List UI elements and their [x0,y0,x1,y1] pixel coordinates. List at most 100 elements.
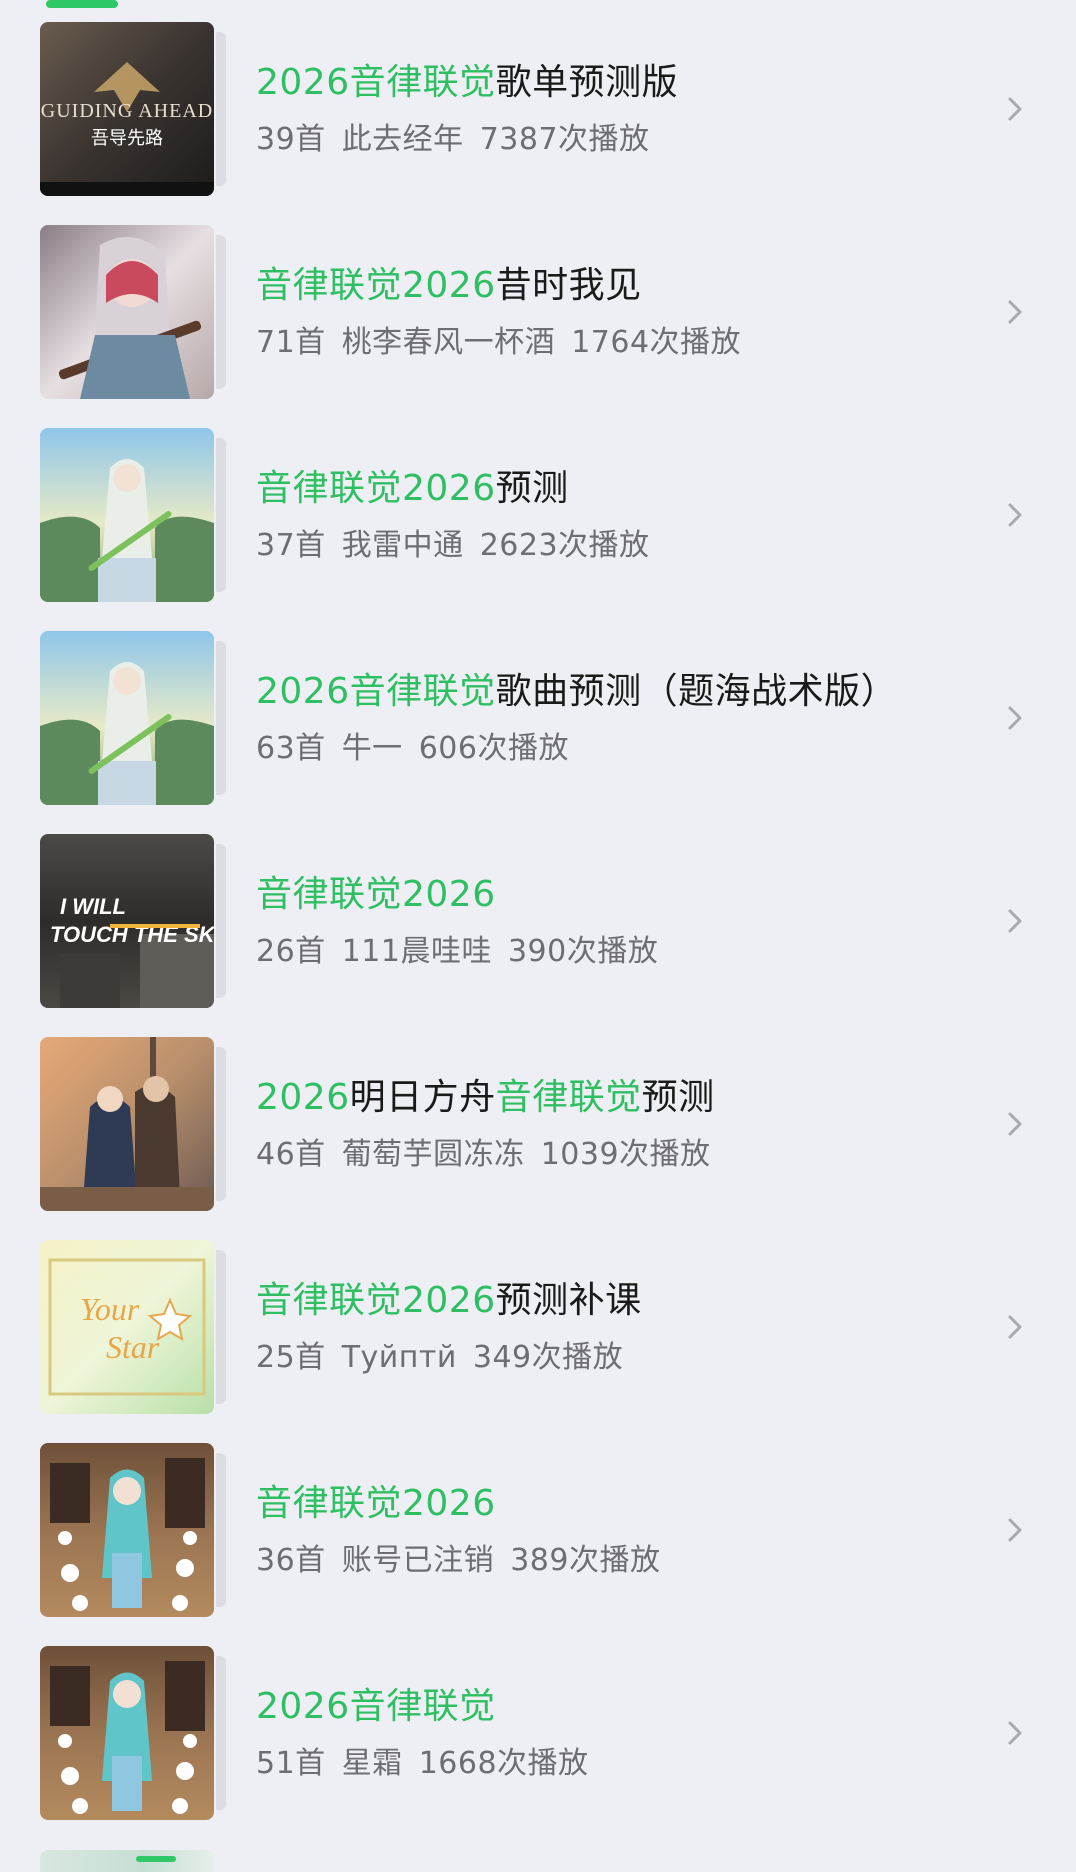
playlist-cover-wrap [40,631,226,805]
cover-artwork: I WILL TOUCH THE SKY [40,834,214,1008]
title-text: 昔时我见 [495,265,642,306]
playlist-title: 2026音律联觉歌曲预测（题海战术版） [256,669,897,715]
title-keyword-highlight: 音律联觉 [495,1077,642,1118]
cover-stack-edge [216,1047,226,1201]
playlist-cover: Your Star [40,1240,214,1414]
creator-name: Туйптй [341,1340,457,1375]
title-keyword-highlight: 音律联觉2026 [256,265,496,306]
playlist-meta: 51首 星霜 1668次播放 [256,1744,589,1784]
song-count: 39首 [256,122,326,157]
playlist-row[interactable]: 音律联觉2026昔时我见 71首 桃李春风一杯酒 1764次播放 [0,225,1076,428]
song-count: 25首 [256,1340,326,1375]
playlist-cover-wrap [40,1646,226,1820]
playlist-meta: 63首 牛一 606次播放 [256,729,569,769]
cover-stack-edge [216,438,226,592]
cover-artwork [40,1037,214,1211]
song-count: 36首 [256,1543,326,1578]
cover-accent-bar [136,1856,176,1862]
playlist-row[interactable]: 2026明日方舟音律联觉预测 46首 葡萄芋圆冻冻 1039次播放 [0,1037,1076,1240]
cover-stack-edge [216,1453,226,1607]
title-text: 明日方舟 [349,1077,496,1118]
playlist-meta: 71首 桃李春风一杯酒 1764次播放 [256,323,741,363]
title-keyword-highlight: 音律联觉2026 [256,874,496,915]
playlist-cover: GUIDING AHEAD 吾导先路 [40,22,214,196]
playlist-meta: 36首 账号已注销 389次播放 [256,1541,660,1581]
cover-stack-edge [216,844,226,998]
song-count: 26首 [256,934,326,969]
creator-name: 牛一 [341,731,403,766]
title-keyword-highlight: 2026音律联觉 [256,1686,496,1727]
title-keyword-highlight: 音律联觉2026 [256,1483,496,1524]
playlist-row[interactable]: 2026音律联觉歌曲预测（题海战术版） 63首 牛一 606次播放 [0,631,1076,834]
play-count: 1668次播放 [418,1746,589,1781]
playlist-row[interactable]: 音律联觉2026预测 37首 我雷中通 2623次播放 [0,428,1076,631]
play-count: 2623次播放 [479,528,650,563]
playlist-cover [40,1646,214,1820]
playlist-row[interactable]: 2026音律联觉 51首 星霜 1668次播放 [0,1646,1076,1849]
title-text: 预测 [495,468,569,509]
creator-name: 我雷中通 [341,528,464,563]
playlist-meta: 25首 Туйптй 349次播放 [256,1338,623,1378]
playlist-search-results: GUIDING AHEAD 吾导先路 2026音律联觉歌单预测版 39首 此去经年… [0,0,1076,1872]
cover-artwork [40,631,214,805]
title-keyword-highlight: 音律联觉2026 [256,468,496,509]
playlist-list: GUIDING AHEAD 吾导先路 2026音律联觉歌单预测版 39首 此去经年… [0,22,1076,1849]
chevron-right-icon [1008,1518,1022,1542]
song-count: 51首 [256,1746,326,1781]
svg-text:Star: Star [106,1329,160,1365]
creator-name: 星霜 [341,1746,403,1781]
cover-artwork: Your Star [40,1240,214,1414]
active-tab-indicator [46,0,118,8]
playlist-meta: 39首 此去经年 7387次播放 [256,120,650,160]
title-keyword-highlight: 2026音律联觉 [256,671,496,712]
playlist-meta: 37首 我雷中通 2623次播放 [256,526,650,566]
playlist-title: 2026音律联觉歌单预测版 [256,60,678,106]
playlist-title: 2026音律联觉 [256,1684,496,1730]
playlist-row[interactable]: Your Star 音律联觉2026预测补课 25首 Туйптй 349次播放 [0,1240,1076,1443]
playlist-cover-wrap: Your Star [40,1240,226,1414]
playlist-title: 音律联觉2026 [256,872,496,918]
title-text: 预测 [641,1077,715,1118]
song-count: 71首 [256,325,326,360]
title-text: 预测补课 [495,1280,642,1321]
svg-text:GUIDING AHEAD: GUIDING AHEAD [41,100,213,122]
creator-name: 账号已注销 [341,1543,495,1578]
title-text: 歌曲预测（题海战术版） [495,671,898,712]
playlist-cover [40,631,214,805]
play-count: 389次播放 [510,1543,661,1578]
playlist-row[interactable]: 音律联觉2026 36首 账号已注销 389次播放 [0,1443,1076,1646]
playlist-title: 音律联觉2026预测 [256,466,569,512]
playlist-row[interactable]: I WILL TOUCH THE SKY 音律联觉2026 26首 111晨哇哇 3… [0,834,1076,1037]
play-count: 7387次播放 [479,122,650,157]
cover-stack-edge [216,641,226,795]
svg-text:Your: Your [80,1291,140,1327]
play-count: 1764次播放 [571,325,742,360]
title-keyword-highlight: 音律联觉2026 [256,1280,496,1321]
playlist-cover [40,1443,214,1617]
playlist-row[interactable]: GUIDING AHEAD 吾导先路 2026音律联觉歌单预测版 39首 此去经年… [0,22,1076,225]
svg-text:I WILL: I WILL [60,894,126,919]
cover-artwork [40,225,214,399]
cover-artwork [40,1646,214,1820]
chevron-right-icon [1008,1721,1022,1745]
cover-artwork: GUIDING AHEAD 吾导先路 [40,22,214,196]
playlist-cover [40,1037,214,1211]
cover-stack-edge [216,235,226,389]
play-count: 390次播放 [507,934,659,969]
playlist-cover-wrap: GUIDING AHEAD 吾导先路 [40,22,226,196]
playlist-cover-wrap [40,1037,226,1211]
playlist-title: 音律联觉2026预测补课 [256,1278,642,1324]
cover-artwork [40,428,214,602]
song-count: 37首 [256,528,326,563]
cover-stack-edge [216,1656,226,1810]
chevron-right-icon [1008,1112,1022,1136]
playlist-cover [40,225,214,399]
playlist-cover [40,428,214,602]
creator-name: 111晨哇哇 [341,934,492,969]
song-count: 63首 [256,731,326,766]
cover-artwork [40,1443,214,1617]
creator-name: 葡萄芋圆冻冻 [341,1137,525,1172]
chevron-right-icon [1008,97,1022,121]
cover-stack-edge [216,32,226,186]
playlist-cover-partial[interactable] [40,1850,214,1872]
